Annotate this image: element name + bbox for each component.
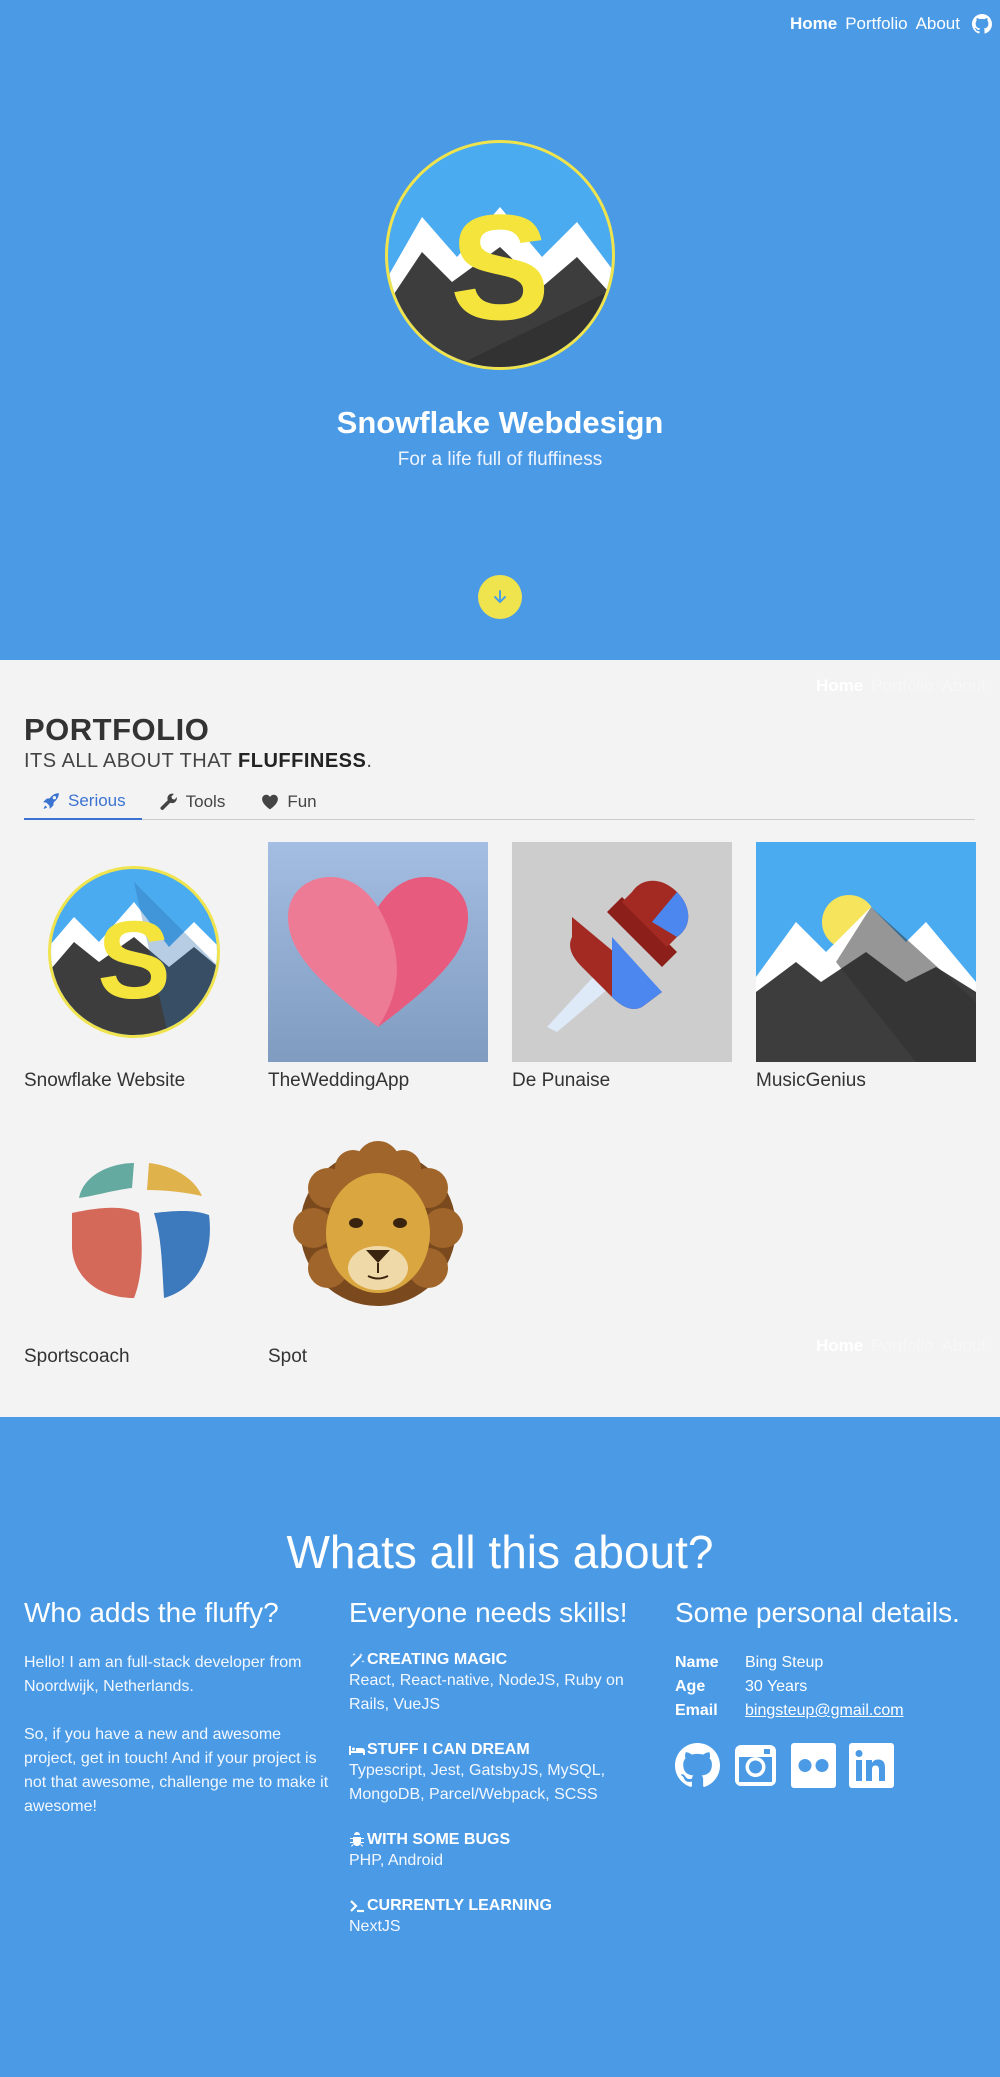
terminal-icon — [350, 1900, 364, 1913]
skill-value: React, React-native, NodeJS, Ruby on Rai… — [349, 1672, 624, 1713]
ghost-nav-about: About — [941, 676, 986, 695]
sportscoach-thumbnail — [24, 1118, 244, 1338]
age-label: Age — [675, 1678, 706, 1695]
magic-wand-icon — [350, 1653, 365, 1667]
about-who-column: Who adds the fluffy? Hello! I am an full… — [24, 1597, 334, 1819]
portfolio-subtitle: ITS ALL ABOUT THAT FLUFFINESS. — [24, 750, 372, 773]
project-card-musicgenius[interactable]: MusicGenius — [756, 842, 976, 1092]
hero-subtitle: For a life full of fluffiness — [397, 449, 603, 470]
about-title: Whats all this about? — [286, 1526, 714, 1578]
snowflake-logo: S — [382, 137, 618, 373]
about-skills-column: Everyone needs skills! Creating Magic Re… — [349, 1597, 659, 1963]
tab-serious[interactable]: Serious — [24, 784, 142, 820]
hero-title: Snowflake Webdesign — [336, 405, 664, 440]
wrench-icon — [160, 793, 177, 810]
skills-heading: Everyone needs skills! — [349, 1597, 628, 1628]
email-label: Email — [675, 1702, 718, 1719]
project-title: Spot — [268, 1346, 308, 1367]
github-icon[interactable] — [972, 14, 992, 34]
ghost-nav-home: Home — [815, 676, 864, 695]
project-card-sportscoach[interactable]: Sportscoach — [24, 1118, 244, 1368]
skill-value: Typescript, Jest, GatsbyJS, MySQL, Mongo… — [349, 1762, 606, 1803]
spot-lion-thumbnail — [268, 1118, 488, 1338]
ghost-nav-portfolio-2: Portfolio — [871, 1336, 934, 1355]
portfolio-subtitle-end: . — [366, 750, 373, 772]
project-title: TheWeddingApp — [268, 1070, 410, 1091]
project-card-wedding[interactable]: TheWeddingApp — [268, 842, 488, 1092]
tab-tools-label: Tools — [185, 792, 226, 811]
personal-heading: Some personal details. — [675, 1597, 960, 1628]
skill-block: With some bugs PHP, Android — [349, 1831, 659, 1873]
name-value: Bing Steup — [745, 1654, 824, 1671]
project-card-snowflake[interactable]: S Snowflake Website — [24, 842, 244, 1092]
who-heading: Who adds the fluffy? — [24, 1597, 279, 1628]
snowflake-website-thumbnail: S — [24, 842, 244, 1062]
social-links — [675, 1743, 985, 1788]
nav-about-link[interactable]: About — [916, 14, 960, 34]
bug-icon — [350, 1832, 364, 1847]
nav-portfolio-link[interactable]: Portfolio — [845, 14, 907, 34]
project-title: Sportscoach — [24, 1346, 130, 1367]
heart-icon — [262, 794, 279, 810]
ghost-nav-bottom: Home Portfolio About — [816, 1336, 1000, 1356]
bed-icon — [349, 1746, 365, 1755]
skill-title: Creating Magic — [367, 1651, 508, 1668]
skill-block: Stuff I can dream Typescript, Jest, Gats… — [349, 1741, 659, 1807]
skill-title: Stuff I can dream — [367, 1741, 530, 1758]
ghost-nav-about-2: About — [941, 1336, 986, 1355]
tab-fun[interactable]: Fun — [243, 784, 334, 820]
svg-text:S: S — [450, 183, 550, 351]
project-title: Snowflake Website — [24, 1070, 186, 1091]
top-nav: Home Portfolio About — [790, 14, 1000, 34]
flickr-icon[interactable] — [791, 1743, 836, 1788]
who-intro: Hello! I am an full-stack developer from… — [24, 1654, 302, 1695]
portfolio-title: PORTFOLIO — [24, 712, 210, 747]
rocket-icon — [43, 793, 59, 809]
name-label: Name — [675, 1654, 719, 1671]
hero-section: Home Portfolio About S Snowflake Webdesi… — [0, 0, 1000, 660]
tab-tools[interactable]: Tools — [142, 784, 244, 820]
instagram-icon[interactable] — [733, 1743, 778, 1788]
wedding-app-thumbnail — [268, 842, 488, 1062]
arrow-down-icon — [494, 590, 506, 603]
ghost-nav-portfolio: Portfolio — [871, 676, 934, 695]
portfolio-tabs: Serious Tools Fun — [24, 784, 975, 820]
skill-block: Currently learning NextJS — [349, 1897, 659, 1939]
about-section: Whats all this about? Who adds the fluff… — [0, 1417, 1000, 2077]
portfolio-subtitle-plain: ITS ALL ABOUT THAT — [24, 750, 239, 772]
skill-title: Currently learning — [367, 1897, 552, 1914]
portfolio-subtitle-bold: FLUFFINESS — [238, 750, 367, 772]
project-title: De Punaise — [512, 1070, 611, 1091]
de-punaise-thumbnail — [512, 842, 732, 1062]
github-icon[interactable] — [675, 1743, 720, 1788]
portfolio-section: Home Portfolio About PORTFOLIO ITS ALL A… — [0, 660, 1000, 1417]
ghost-nav-home-2: Home — [815, 1336, 864, 1355]
musicgenius-thumbnail — [756, 842, 976, 1062]
project-card-punaise[interactable]: De Punaise — [512, 842, 732, 1092]
ghost-nav-top: Home Portfolio About — [816, 676, 1000, 696]
svg-text:S: S — [97, 899, 170, 1022]
skill-value: PHP, Android — [349, 1852, 443, 1869]
skill-block: Creating Magic React, React-native, Node… — [349, 1651, 659, 1717]
scroll-down-button[interactable] — [478, 575, 522, 619]
skill-title: With some bugs — [367, 1831, 511, 1848]
skill-value: NextJS — [349, 1918, 401, 1935]
about-personal-column: Some personal details. Name Bing Steup Ag… — [675, 1597, 985, 1788]
nav-home-link[interactable]: Home — [790, 14, 837, 34]
project-title: MusicGenius — [756, 1070, 866, 1091]
email-link[interactable]: bingsteup@gmail.com — [745, 1699, 904, 1723]
personal-details: Name Bing Steup Age 30 Years Email bingsteu… — [675, 1651, 985, 1723]
who-cta: So, if you have a new and awesome projec… — [24, 1726, 329, 1815]
tab-fun-label: Fun — [287, 792, 317, 811]
project-card-spot[interactable]: Spot — [268, 1118, 488, 1368]
tab-serious-label: Serious — [68, 791, 126, 810]
age-value: 30 Years — [745, 1678, 808, 1695]
linkedin-icon[interactable] — [849, 1743, 894, 1788]
